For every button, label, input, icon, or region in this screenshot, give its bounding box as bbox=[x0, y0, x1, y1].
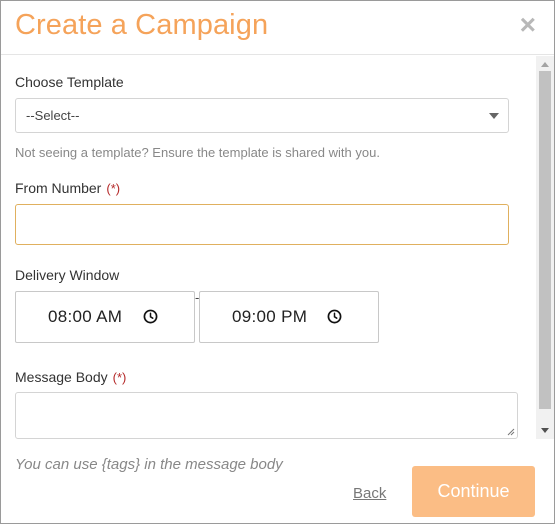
vertical-scrollbar[interactable] bbox=[536, 56, 554, 439]
message-body-label: Message Body (*) bbox=[15, 369, 126, 385]
template-select[interactable]: --Select-- bbox=[15, 98, 509, 133]
from-number-label-text: From Number bbox=[15, 180, 102, 196]
message-body-label-text: Message Body bbox=[15, 369, 108, 385]
scrollbar-thumb[interactable] bbox=[539, 71, 551, 409]
delivery-window-label: Delivery Window bbox=[15, 267, 120, 283]
delivery-start-time-value: 08:00 AM bbox=[48, 307, 123, 326]
required-marker: (*) bbox=[106, 181, 121, 196]
from-number-input[interactable] bbox=[15, 204, 509, 245]
close-icon[interactable]: × bbox=[520, 11, 536, 39]
from-number-label: From Number (*) bbox=[15, 180, 120, 196]
required-marker: (*) bbox=[112, 370, 127, 385]
continue-button[interactable]: Continue bbox=[412, 466, 535, 517]
delivery-start-time-input[interactable]: 08:00 AM bbox=[15, 291, 195, 343]
template-label: Choose Template bbox=[15, 74, 124, 90]
scroll-down-arrow-icon[interactable] bbox=[541, 428, 549, 433]
modal-header: Create a Campaign × bbox=[1, 1, 554, 55]
template-hint: Not seeing a template? Ensure the templa… bbox=[15, 145, 380, 160]
modal-body: Choose Template --Select-- Not seeing a … bbox=[1, 56, 536, 439]
create-campaign-modal: Create a Campaign × Choose Template --Se… bbox=[0, 0, 555, 524]
delivery-end-time-value: 09:00 PM bbox=[232, 307, 308, 326]
tags-hint: You can use {tags} in the message body bbox=[15, 456, 283, 473]
delivery-end-time-input[interactable]: 09:00 PM bbox=[199, 291, 379, 343]
chevron-down-icon bbox=[489, 113, 499, 119]
message-body-textarea[interactable] bbox=[15, 392, 518, 439]
clock-icon[interactable] bbox=[327, 309, 342, 324]
resize-handle-icon[interactable] bbox=[507, 428, 515, 436]
modal-title: Create a Campaign bbox=[15, 9, 269, 41]
clock-icon[interactable] bbox=[143, 309, 158, 324]
scroll-up-arrow-icon[interactable] bbox=[541, 62, 549, 67]
back-link[interactable]: Back bbox=[353, 485, 386, 502]
template-select-value: --Select-- bbox=[26, 108, 80, 123]
